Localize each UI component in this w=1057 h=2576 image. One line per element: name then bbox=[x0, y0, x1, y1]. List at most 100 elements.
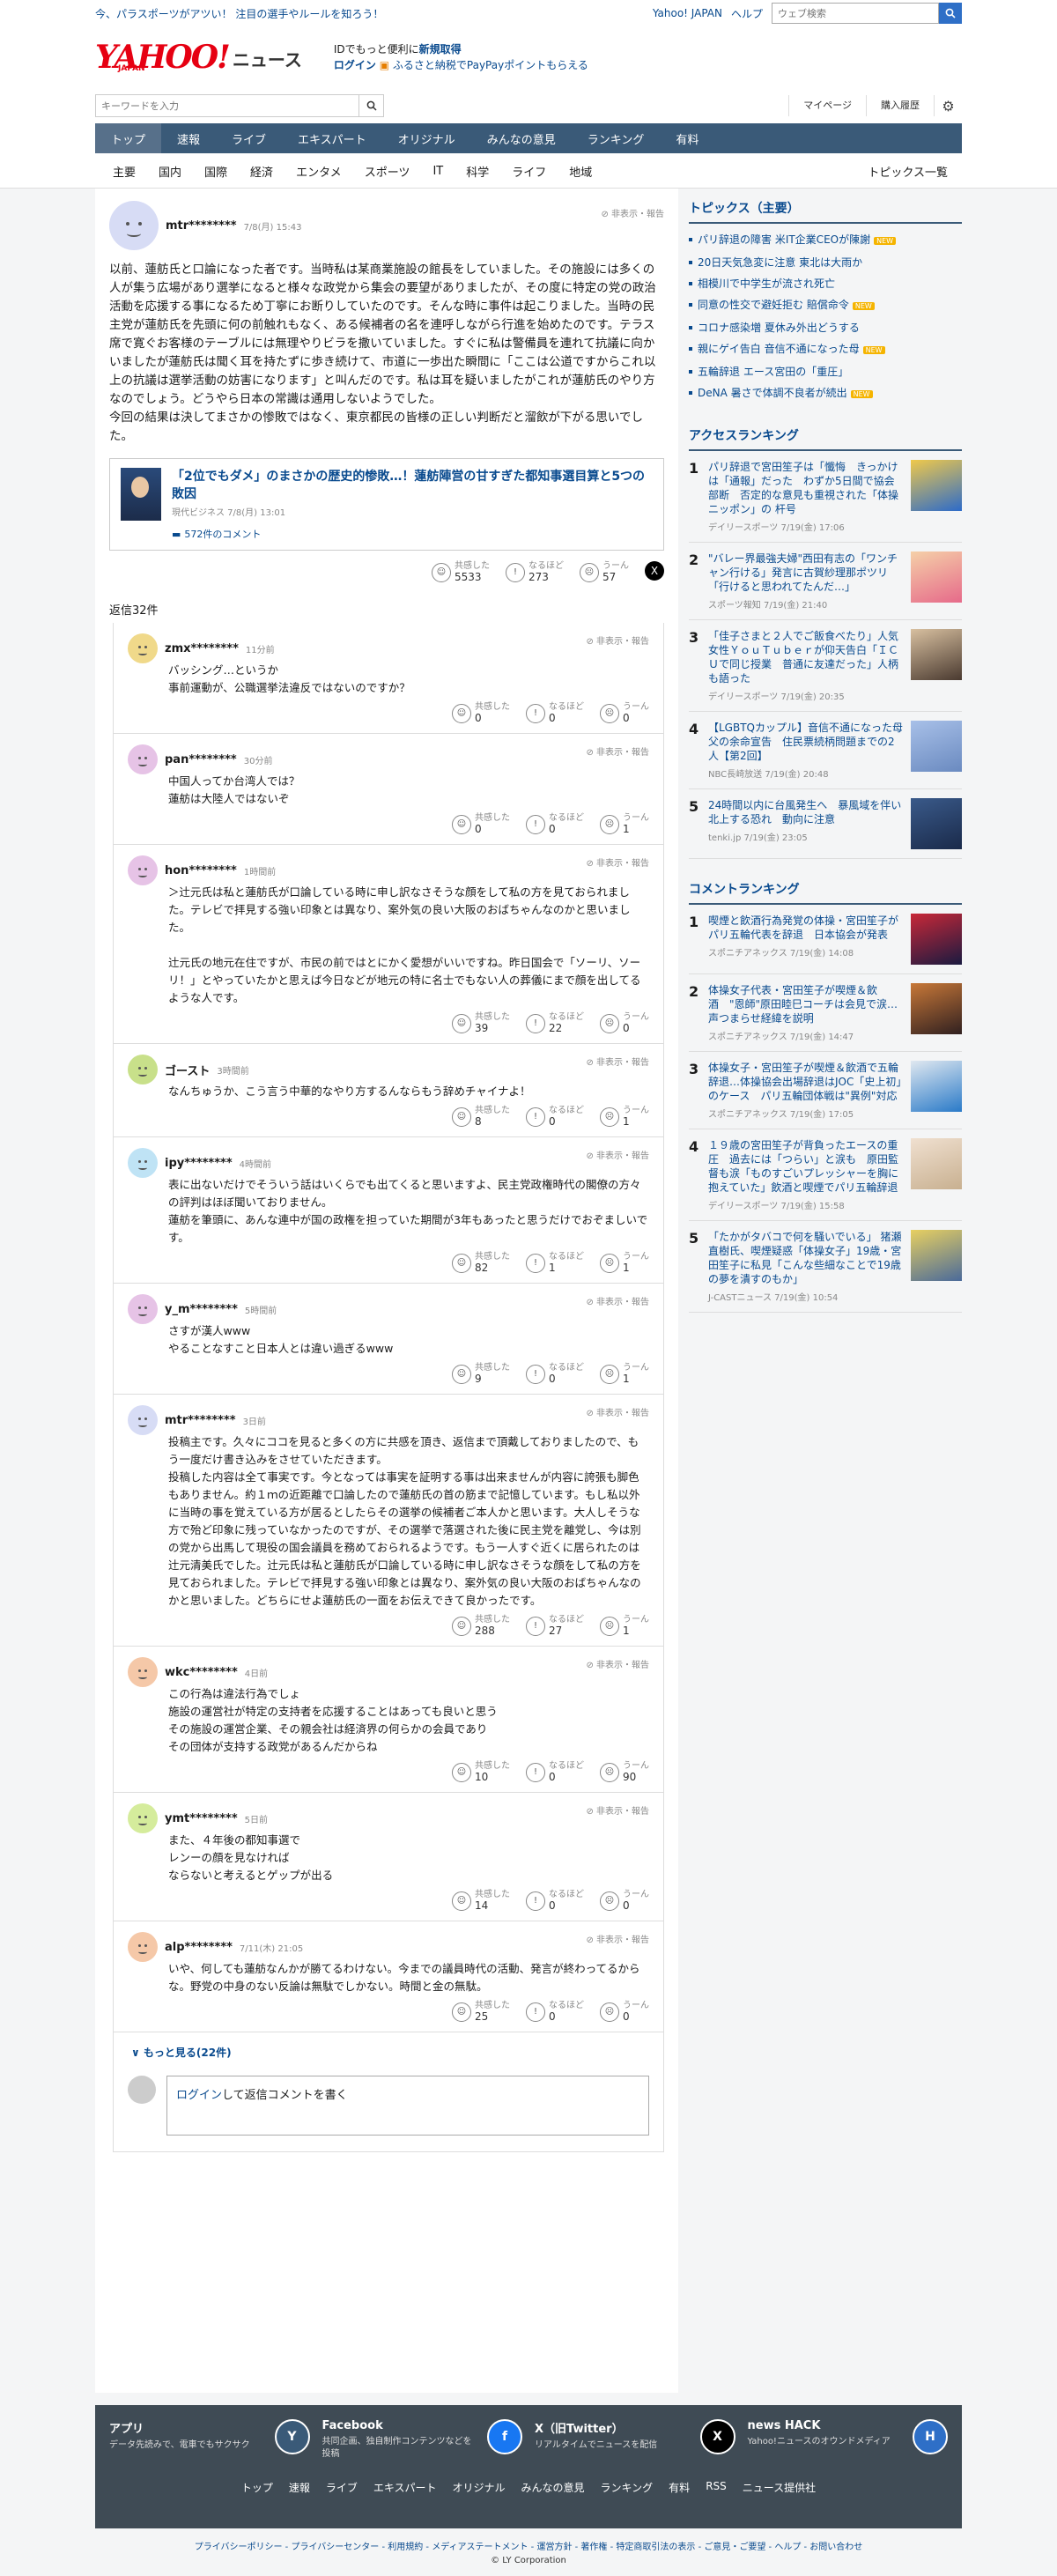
insight-button[interactable]: ! なるほど 273 bbox=[506, 561, 564, 583]
gnav-tab[interactable]: ライブ bbox=[216, 123, 282, 153]
access-ranking-item[interactable]: 2 "バレー界最強夫婦"西田有志の「ワンチャン行ける」発言に古賀紗理那ポツリ「行け… bbox=[689, 543, 962, 620]
topic-item[interactable]: 相模川で中学生が流され死亡 bbox=[689, 273, 962, 294]
comment-ranking-heading[interactable]: コメントランキング bbox=[689, 880, 962, 905]
rank-title[interactable]: パリ辞退で宮田笙子は「懺悔 きっかけは「通報」だった わずか5日間で協会部断 否… bbox=[708, 460, 904, 516]
access-ranking-item[interactable]: 3 「佳子さまと２人でご飯食べたり」人気女性ＹｏｕＴｕｂｅｒが仰天告白「ＩＣＵで同… bbox=[689, 620, 962, 712]
footer-link[interactable]: 有料 bbox=[669, 2480, 690, 2495]
footer-app-name[interactable]: Facebook bbox=[322, 2419, 481, 2432]
category-tab[interactable]: 地域 bbox=[558, 163, 603, 180]
hide-report-link[interactable]: ⊘ 非表示・報告 bbox=[586, 1932, 649, 1945]
help-link[interactable]: ヘルプ bbox=[731, 6, 763, 21]
gnav-tab[interactable]: エキスパート bbox=[282, 123, 382, 153]
gear-icon[interactable]: ⚙ bbox=[934, 95, 962, 116]
access-ranking-item[interactable]: 4 【LGBTQカップル】音信不通になった母 父の余命宣告 住民票続柄問題までの2… bbox=[689, 712, 962, 789]
insight-button[interactable]: ! なるほど 1 bbox=[526, 1252, 584, 1274]
signup-link[interactable]: 新規取得 bbox=[419, 43, 462, 56]
hide-report-link[interactable]: ⊘ 非表示・報告 bbox=[586, 1657, 649, 1670]
reply-username[interactable]: y_m******** bbox=[165, 1303, 238, 1316]
article-card[interactable]: 「2位でもダメ」のまさかの歴史的惨敗…！蓮舫陣営の甘すぎた都知事選目算と5つの敗… bbox=[109, 458, 664, 551]
keyword-search-input[interactable] bbox=[96, 95, 358, 116]
hide-report-link[interactable]: ⊘ 非表示・報告 bbox=[586, 744, 649, 758]
x-icon[interactable]: X bbox=[699, 2419, 735, 2454]
insight-button[interactable]: ! なるほど 22 bbox=[526, 1012, 584, 1034]
category-tab[interactable]: 主要 bbox=[95, 163, 147, 180]
topic-item[interactable]: コロナ感染増 夏休み外出どうする bbox=[689, 317, 962, 338]
purchase-history-link[interactable]: 購入履歴 bbox=[866, 95, 934, 116]
hmm-button[interactable]: ☹ うーん 1 bbox=[600, 1363, 649, 1385]
empathy-button[interactable]: ☺ 共感した 10 bbox=[452, 1761, 510, 1783]
access-ranking-item[interactable]: 5 24時間以内に台風発生へ 暴風域を伴い北上する恐れ 動向に注意 tenki.jp… bbox=[689, 789, 962, 859]
topic-item[interactable]: 五輪辞退 エース宮田の「重圧」 bbox=[689, 361, 962, 382]
article-title[interactable]: 「2位でもダメ」のまさかの歴史的惨敗…！蓮舫陣営の甘すぎた都知事選目算と5つの敗… bbox=[172, 468, 653, 503]
footer-app-0[interactable]: アプリ データ先読みで、電車でもサクサク Y bbox=[109, 2419, 310, 2461]
reply-username[interactable]: wkc******** bbox=[165, 1666, 238, 1679]
gnav-tab[interactable]: オリジナル bbox=[382, 123, 471, 153]
topic-title[interactable]: 20日天気急変に注意 東北は大雨か bbox=[698, 256, 862, 269]
footer-app-2[interactable]: X（旧Twitter） リアルタイムでニュースを配信 X bbox=[535, 2419, 735, 2461]
category-tab[interactable]: エンタメ bbox=[285, 163, 353, 180]
promo-notice-link[interactable]: 今、パラスポーツがアツい！ 注目の選手やルールを知ろう！ bbox=[95, 6, 383, 21]
comment-username[interactable]: mtr******** bbox=[166, 219, 237, 233]
topic-title[interactable]: 同意の性交で避妊拒む 賠償命令 bbox=[698, 299, 849, 311]
yahoo-japan-link[interactable]: Yahoo! JAPAN bbox=[653, 7, 722, 19]
rank-title[interactable]: １９歳の宮田笙子が背負ったエースの重圧 過去には「つらい」と涙も 原田監督も涙「… bbox=[708, 1138, 904, 1195]
footer-link[interactable]: みんなの意見 bbox=[521, 2480, 585, 2495]
insight-button[interactable]: ! なるほど 0 bbox=[526, 2001, 584, 2023]
topic-item[interactable]: パリ辞退の障害 米IT企業CEOが陳謝 NEW bbox=[689, 229, 962, 252]
gnav-tab[interactable]: 有料 bbox=[660, 123, 714, 153]
hmm-button[interactable]: ☹ うーん 1 bbox=[600, 1615, 649, 1637]
hmm-button[interactable]: ☹ うーん 0 bbox=[600, 1012, 649, 1034]
hide-report-link[interactable]: ⊘ 非表示・報告 bbox=[586, 1148, 649, 1161]
comment-ranking-item[interactable]: 2 体操女子代表・宮田笙子が喫煙＆飲酒 "恩師"原田睦巳コーチは会見で涙…声つまら… bbox=[689, 974, 962, 1052]
reply-username[interactable]: mtr******** bbox=[165, 1414, 236, 1427]
footer-app-name[interactable]: アプリ bbox=[109, 2419, 268, 2436]
facebook-icon[interactable]: f bbox=[487, 2419, 522, 2454]
reply-username[interactable]: ipy******** bbox=[165, 1157, 233, 1170]
reply-username[interactable]: ゴースト bbox=[165, 1062, 210, 1078]
footer-link[interactable]: ニュース提供社 bbox=[743, 2480, 816, 2495]
reply-username[interactable]: alp******** bbox=[165, 1941, 233, 1954]
empathy-button[interactable]: ☺ 共感した 9 bbox=[452, 1363, 510, 1385]
insight-button[interactable]: ! なるほど 0 bbox=[526, 1890, 584, 1912]
yahoo-app-icon[interactable]: Y bbox=[274, 2419, 310, 2454]
footer-link[interactable]: 速報 bbox=[289, 2480, 310, 2495]
reply-input[interactable]: ログインして返信コメントを書く bbox=[166, 2076, 649, 2136]
rank-title[interactable]: 「佳子さまと２人でご飯食べたり」人気女性ＹｏｕＴｕｂｅｒが仰天告白「ＩＣＵで同じ… bbox=[708, 629, 904, 685]
show-more-replies[interactable]: ∨ もっと見る(22件) bbox=[114, 2032, 663, 2072]
news-hack-icon[interactable]: H bbox=[913, 2419, 948, 2454]
topic-title[interactable]: 親にゲイ告白 音信不通になった母 bbox=[698, 343, 860, 355]
category-tab[interactable]: IT bbox=[421, 165, 455, 178]
keyword-search-button[interactable] bbox=[358, 95, 383, 116]
access-ranking-heading[interactable]: アクセスランキング bbox=[689, 426, 962, 451]
topic-title[interactable]: 相模川で中学生が流され死亡 bbox=[698, 278, 835, 290]
insight-button[interactable]: ! なるほど 0 bbox=[526, 1761, 584, 1783]
comment-ranking-item[interactable]: 5 「たかがタバコで何を騒いでいる」 猪瀬直樹氏、喫煙疑惑「体操女子」19歳・宮田… bbox=[689, 1221, 962, 1313]
reply-username[interactable]: pan******** bbox=[165, 753, 237, 766]
web-search-input[interactable] bbox=[772, 3, 939, 24]
category-tab[interactable]: 科学 bbox=[455, 163, 500, 180]
topic-item[interactable]: 20日天気急変に注意 東北は大雨か bbox=[689, 252, 962, 273]
footer-link[interactable]: オリジナル bbox=[453, 2480, 506, 2495]
hide-report-link[interactable]: ⊘ 非表示・報告 bbox=[586, 1294, 649, 1307]
comment-ranking-item[interactable]: 4 １９歳の宮田笙子が背負ったエースの重圧 過去には「つらい」と涙も 原田監督も涙… bbox=[689, 1129, 962, 1221]
empathy-button[interactable]: ☺ 共感した 14 bbox=[452, 1890, 510, 1912]
reply-username[interactable]: hon******** bbox=[165, 864, 237, 877]
legal-links[interactable]: プライバシーポリシー - プライバシーセンター - 利用規約 - メディアステー… bbox=[0, 2539, 1057, 2552]
hide-report-link[interactable]: ⊘ 非表示・報告 bbox=[586, 855, 649, 869]
hmm-button[interactable]: ☹ うーん 1 bbox=[600, 813, 649, 835]
empathy-button[interactable]: ☺ 共感した 288 bbox=[452, 1615, 510, 1637]
topic-title[interactable]: 五輪辞退 エース宮田の「重圧」 bbox=[698, 366, 848, 378]
insight-button[interactable]: ! なるほど 0 bbox=[526, 1106, 584, 1128]
access-ranking-item[interactable]: 1 パリ辞退で宮田笙子は「懺悔 きっかけは「通報」だった わずか5日間で協会部断 … bbox=[689, 451, 962, 543]
topic-item[interactable]: 同意の性交で避妊拒む 賠償命令 NEW bbox=[689, 294, 962, 317]
hmm-button[interactable]: ☹ うーん 0 bbox=[600, 2001, 649, 2023]
hide-report-link[interactable]: ⊘ 非表示・報告 bbox=[586, 1803, 649, 1817]
footer-link[interactable]: ライブ bbox=[326, 2480, 358, 2495]
yahoo-news-logo[interactable]: YAHOO! JAPAN ニュース bbox=[95, 41, 302, 73]
hide-report-link[interactable]: ⊘ 非表示・報告 bbox=[586, 1405, 649, 1418]
furusato-link[interactable]: ふるさと納税でPayPayポイントもらえる bbox=[393, 59, 588, 71]
footer-link[interactable]: トップ bbox=[241, 2480, 273, 2495]
topic-title[interactable]: DeNA 暑さで体調不良者が続出 bbox=[698, 387, 847, 399]
comment-ranking-item[interactable]: 3 体操女子・宮田笙子が喫煙＆飲酒で五輪辞退…体操協会出場辞退はJOC「史上初」の… bbox=[689, 1052, 962, 1129]
hide-report-link[interactable]: ⊘ 非表示・報告 bbox=[586, 1055, 649, 1068]
